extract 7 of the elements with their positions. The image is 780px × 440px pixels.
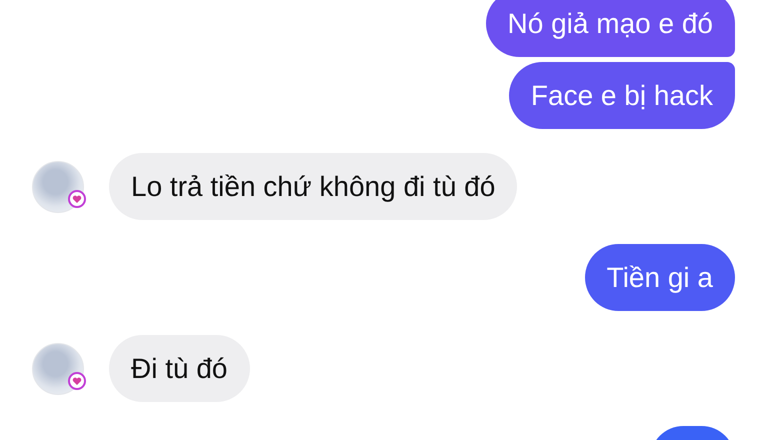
heart-badge-icon	[68, 190, 86, 208]
message-bubble: Nó giả mạo e đó	[486, 0, 735, 57]
message-bubble: Tiền gi a	[584, 244, 735, 311]
message-bubble: Face e bị hack	[508, 62, 735, 129]
heart-badge-icon	[68, 372, 86, 390]
message-bubble: Lo trả tiền chứ không đi tù đó	[109, 153, 518, 220]
message-bubble: Đi tù đó	[109, 335, 250, 402]
